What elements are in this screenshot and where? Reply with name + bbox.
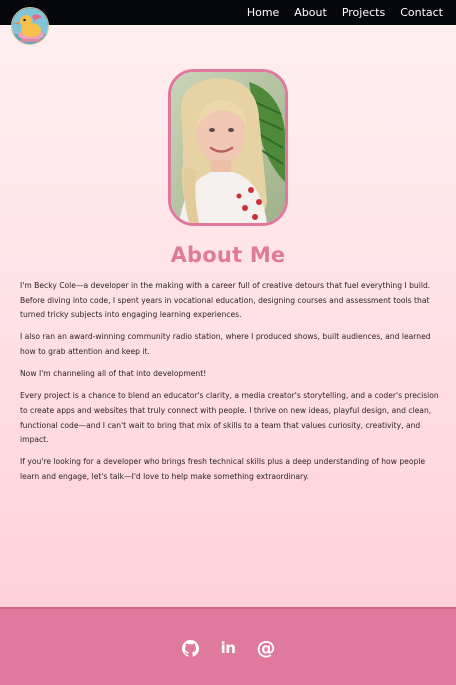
nav-link-about[interactable]: About [294,6,327,19]
bio-paragraph: I'm Becky Cole—a developer in the making… [20,281,431,320]
social-links: in @ [0,637,456,659]
bio-paragraph: If you're looking for a developer who br… [20,457,426,481]
page-title: About Me [170,243,286,267]
nav-link-contact[interactable]: Contact [400,6,443,19]
bio-paragraph: Every project is a chance to blend an ed… [20,391,439,445]
about-bio: I'm Becky Cole—a developer in the making… [20,279,440,492]
duck-logo-icon[interactable] [11,7,49,45]
github-icon[interactable] [181,639,199,657]
bio-paragraph: I also ran an award-winning community ra… [20,332,431,356]
linkedin-icon[interactable]: in [219,639,237,657]
nav-links: Home About Projects Contact [247,0,443,25]
nav-link-projects[interactable]: Projects [342,6,385,19]
email-icon[interactable]: @ [257,637,276,659]
top-navbar: Home About Projects Contact [0,0,456,25]
nav-link-home[interactable]: Home [247,6,279,19]
page-footer: in @ [0,607,456,685]
bio-paragraph: Now I'm channeling all of that into deve… [20,369,207,379]
profile-photo [168,69,288,226]
